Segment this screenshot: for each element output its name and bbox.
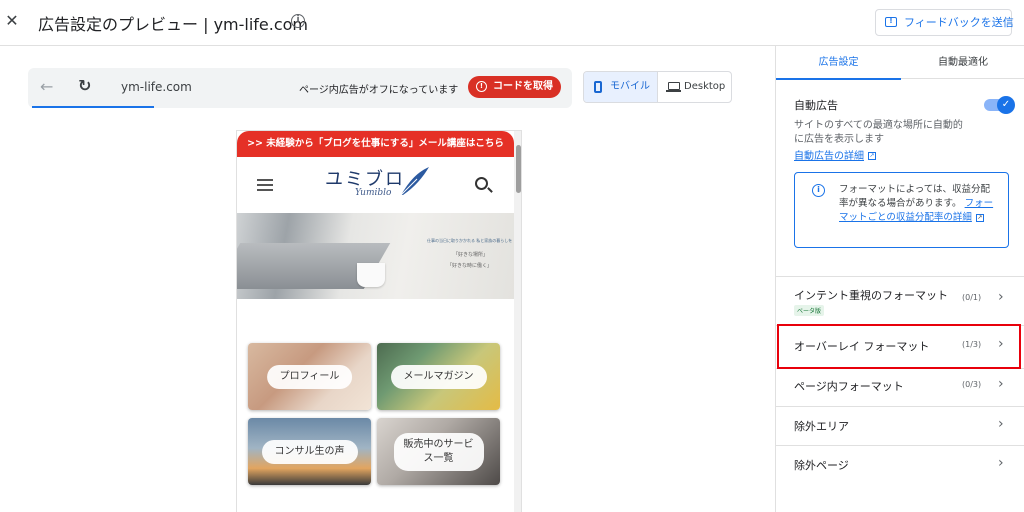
row-label: インテント重視のフォーマット <box>794 289 948 302</box>
device-mobile-label: モバイル <box>610 81 650 92</box>
back-arrow-icon[interactable]: ← <box>40 77 53 96</box>
external-link-icon: ↗ <box>975 213 984 222</box>
auto-ads-description: サイトのすべての最適な場所に自動的に広告を表示します <box>794 120 963 145</box>
auto-ads-label: 自動広告 <box>794 99 838 112</box>
laptop-icon <box>666 82 681 92</box>
preview-browser-bar: ← ↻ ym-life.com ページ内広告がオフになっています ! コードを取… <box>28 68 572 108</box>
ads-status-text: ページ内広告がオフになっています <box>299 85 459 96</box>
device-desktop-label: Desktop <box>684 81 726 92</box>
check-icon: ✓ <box>997 96 1015 114</box>
page-title: 広告設定のプレビュー | ym-life.com <box>38 15 309 34</box>
row-count: (0/1) <box>962 293 982 302</box>
tile-mail-magazine[interactable]: メールマガジン <box>377 343 500 410</box>
get-code-label: コードを取得 <box>493 81 553 92</box>
auto-ads-details-label: 自動広告の詳細 <box>794 151 864 162</box>
quill-icon <box>400 167 429 196</box>
hero-tagline-2: 「好きな時に働く」 <box>447 263 493 269</box>
alert-icon: ! <box>476 81 487 92</box>
highlight-box <box>777 324 1021 369</box>
coffee-cup-photo <box>357 263 385 287</box>
hero-image: 仕事の当日に取りかかれる 私と家族の暮らしを 「好きな場所」 「好きな時に働く」 <box>237 213 514 299</box>
external-link-icon: ↗ <box>868 152 876 160</box>
device-desktop-button[interactable]: Desktop <box>659 72 731 102</box>
search-icon[interactable] <box>475 177 488 190</box>
row-in-page-formats[interactable]: ページ内フォーマット (0/3) › <box>776 366 1024 406</box>
url-underline <box>32 106 154 108</box>
promo-banner[interactable]: >> 未経験から「ブログを仕事にする」メール講座はこちら <box>237 131 514 157</box>
revenue-share-text: フォーマットによっては、収益分配率が異なる場合があります。 フォーマットごとの収… <box>839 183 999 225</box>
panel-tabs: 広告設定 自動最適化 <box>776 46 1024 80</box>
tile-services[interactable]: 販売中のサービ ス一覧 <box>377 418 500 485</box>
tab-auto-optimize[interactable]: 自動最適化 <box>901 46 1024 79</box>
preview-url: ym-life.com <box>121 80 192 94</box>
chevron-right-icon: › <box>998 376 1004 392</box>
phone-icon <box>594 81 602 93</box>
device-mobile-button[interactable]: モバイル <box>584 72 658 102</box>
close-icon[interactable]: ✕ <box>4 12 20 30</box>
info-icon: i <box>812 184 825 197</box>
mobile-preview[interactable]: >> 未経験から「ブログを仕事にする」メール講座はこちら ユミブロ Yumibl… <box>236 130 522 512</box>
revenue-share-notice: i フォーマットによっては、収益分配率が異なる場合があります。 フォーマットごと… <box>794 172 1009 248</box>
get-code-button[interactable]: ! コードを取得 <box>468 76 561 98</box>
send-feedback-button[interactable]: ! フィードバックを送信 <box>875 9 1014 36</box>
row-excluded-pages[interactable]: 除外ページ › <box>776 445 1024 485</box>
tile-profile[interactable]: プロフィール <box>248 343 371 410</box>
tile-label: コンサル生の声 <box>261 439 358 464</box>
tile-label: メールマガジン <box>390 364 487 389</box>
chevron-right-icon: › <box>998 289 1004 305</box>
row-excluded-areas[interactable]: 除外エリア › <box>776 406 1024 446</box>
auto-ads-toggle[interactable]: ✓ <box>984 96 1015 114</box>
chevron-right-icon: › <box>998 416 1004 432</box>
info-icon[interactable]: i <box>291 14 305 28</box>
beta-badge: ベータ版 <box>794 305 825 316</box>
row-label: 除外ページ <box>794 459 849 472</box>
row-label: ページ内フォーマット <box>794 380 904 393</box>
site-logo[interactable]: ユミブロ Yumiblo <box>325 165 429 205</box>
hamburger-menu-icon[interactable] <box>257 179 273 191</box>
feedback-icon: ! <box>885 17 897 27</box>
send-feedback-label: フィードバックを送信 <box>904 16 1014 29</box>
tile-label-line-2: ス一覧 <box>423 452 454 464</box>
row-count: (0/3) <box>962 380 982 389</box>
chevron-right-icon: › <box>998 455 1004 471</box>
tile-label: 販売中のサービ ス一覧 <box>393 432 484 471</box>
tile-label: プロフィール <box>266 364 353 389</box>
auto-ads-details-link[interactable]: 自動広告の詳細 ↗ <box>794 147 876 162</box>
hero-caption: 仕事の当日に取りかかれる 私と家族の暮らしを <box>427 238 513 243</box>
tab-ad-settings[interactable]: 広告設定 <box>776 46 901 80</box>
tile-client-voices[interactable]: コンサル生の声 <box>248 418 371 485</box>
row-label: 除外エリア <box>794 420 849 433</box>
top-bar: ✕ 広告設定のプレビュー | ym-life.com i ! フィードバックを送… <box>0 0 1024 46</box>
device-toggle: モバイル Desktop <box>583 71 732 103</box>
reload-icon[interactable]: ↻ <box>78 76 91 95</box>
scrollbar-thumb[interactable] <box>516 145 521 193</box>
hero-tagline-1: 「好きな場所」 <box>453 252 489 258</box>
row-intent-formats[interactable]: インテント重視のフォーマット ベータ版 (0/1) › <box>776 277 1024 323</box>
settings-panel: 広告設定 自動最適化 自動広告 ✓ サイトのすべての最適な場所に自動的に広告を表… <box>775 46 1024 512</box>
tile-label-line-1: 販売中のサービ <box>403 438 474 450</box>
logo-english: Yumiblo <box>355 188 392 198</box>
